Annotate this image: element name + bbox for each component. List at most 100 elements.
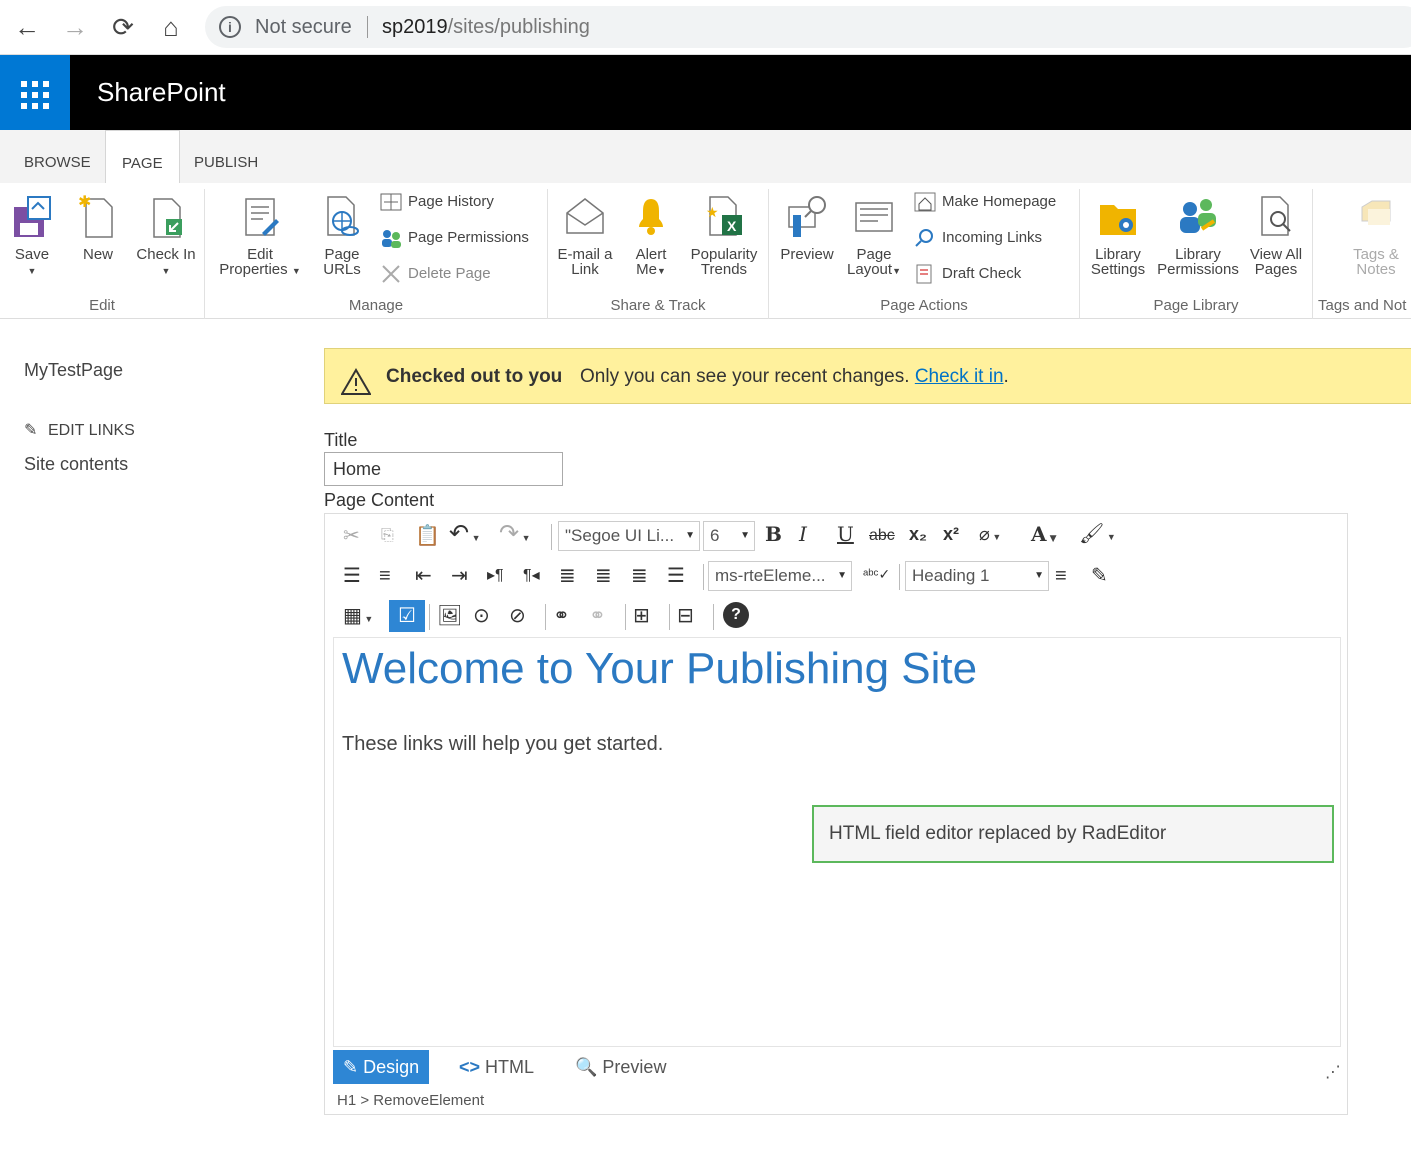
page-layout-button[interactable]: Page Layout▼	[842, 193, 906, 279]
flash-icon[interactable]: ⊘	[509, 602, 526, 630]
tab-page[interactable]: PAGE	[105, 130, 180, 184]
preview-mode-button[interactable]: 🔍 Preview	[565, 1050, 676, 1084]
title-input[interactable]	[324, 452, 563, 486]
template-icon[interactable]: ⊞	[633, 602, 650, 630]
make-homepage-button[interactable]: Make Homepage	[914, 189, 1056, 215]
justify-icon[interactable]: ☰	[667, 562, 685, 590]
element-breadcrumb[interactable]: H1 > RemoveElement	[337, 1092, 484, 1109]
page-urls-button[interactable]: Page URLs	[318, 193, 366, 277]
tab-browse[interactable]: BROWSE	[8, 130, 107, 183]
form-element-icon[interactable]: ☑	[389, 600, 425, 632]
font-size-select[interactable]: 6 ▼	[703, 521, 755, 551]
incoming-links-button[interactable]: Incoming Links	[914, 225, 1042, 251]
check-in-button[interactable]: Check In ▼	[133, 193, 199, 279]
format-stripper-icon[interactable]: ⌀ ▼	[979, 520, 1001, 548]
page-layout-label-2: Layout	[847, 261, 893, 278]
paragraph-format-icon[interactable]: ≡	[1055, 562, 1067, 590]
strikethrough-icon[interactable]: abc	[869, 522, 895, 550]
toolbar-separator	[703, 564, 704, 590]
page-history-button[interactable]: Page History	[380, 189, 494, 215]
undo-icon[interactable]: ↶ ▼	[449, 520, 481, 548]
underline-icon[interactable]: U	[837, 520, 854, 548]
table-icon[interactable]: ▦ ▼	[343, 602, 373, 630]
superscript-icon[interactable]: x²	[943, 520, 959, 548]
rtl-icon[interactable]: ¶◂	[523, 562, 540, 590]
page-history-icon	[380, 192, 402, 212]
remove-link-icon[interactable]: ⚭	[589, 602, 606, 630]
format-code-icon[interactable]: ✎	[1091, 562, 1108, 590]
italic-icon[interactable]: I	[799, 520, 807, 548]
outdent-icon[interactable]: ⇤	[415, 562, 432, 590]
numbered-list-icon[interactable]: ≡	[379, 562, 391, 590]
resize-grip-icon[interactable]: ⋰	[1325, 1062, 1341, 1082]
edit-links-button[interactable]: ✎ EDIT LINKS	[24, 420, 135, 440]
info-icon[interactable]: i	[219, 16, 241, 38]
css-class-select[interactable]: ms-rteEleme... ▼	[708, 561, 852, 591]
preview-mode-label: Preview	[602, 1057, 667, 1077]
content-heading: Welcome to Your Publishing Site	[342, 644, 978, 693]
html-mode-button[interactable]: <> HTML	[449, 1050, 544, 1084]
design-mode-button[interactable]: ✎ Design	[333, 1050, 430, 1084]
page-permissions-button[interactable]: Page Permissions	[380, 225, 529, 251]
paragraph-style-select[interactable]: Heading 1 ▼	[905, 561, 1049, 591]
brand-title[interactable]: SharePoint	[97, 55, 226, 130]
library-permissions-button[interactable]: Library Permissions	[1154, 193, 1242, 277]
copy-icon[interactable]: ⎘	[381, 522, 394, 550]
library-settings-button[interactable]: Library Settings	[1086, 193, 1150, 277]
incoming-links-label: Incoming Links	[942, 229, 1043, 246]
align-center-icon[interactable]: ≣	[595, 562, 612, 590]
preview-button[interactable]: Preview	[776, 193, 838, 262]
reload-icon[interactable]: ⟳	[108, 12, 138, 42]
cut-icon[interactable]: ✂	[343, 522, 360, 550]
home-icon[interactable]: ⌂	[156, 12, 186, 42]
ltr-icon[interactable]: ▸¶	[487, 562, 504, 590]
tags-notes-button[interactable]: Tags & Notes	[1346, 193, 1406, 277]
save-button[interactable]: Save ▼	[6, 193, 58, 279]
forward-icon[interactable]: →	[60, 12, 90, 42]
align-right-icon[interactable]: ≣	[631, 562, 648, 590]
new-label: New	[82, 246, 113, 263]
draft-check-button[interactable]: Draft Check	[914, 261, 1021, 287]
back-icon[interactable]: ←	[12, 12, 42, 42]
back-color-icon[interactable]: 🖌 ▼	[1079, 520, 1116, 548]
svg-text:X: X	[727, 218, 737, 234]
fore-color-icon[interactable]: A ▼	[1031, 520, 1057, 548]
spellcheck-icon[interactable]: ᵃᵇᶜ✓	[863, 560, 890, 588]
subscript-icon[interactable]: x₂	[909, 520, 927, 548]
indent-icon[interactable]: ⇥	[451, 562, 468, 590]
snippet-icon[interactable]: ⊟	[677, 602, 694, 630]
preview-icon	[785, 193, 829, 239]
align-left-icon[interactable]: ≣	[559, 562, 576, 590]
design-mode-label: Design	[363, 1057, 420, 1077]
image-icon[interactable]: 🖼	[437, 602, 462, 630]
editor-content-area[interactable]: Welcome to Your Publishing Site These li…	[333, 637, 1341, 1047]
check-it-in-link[interactable]: Check it in	[915, 366, 1004, 387]
redo-icon[interactable]: ↷ ▼	[499, 520, 531, 548]
font-name-select[interactable]: "Segoe UI Li... ▼	[558, 521, 700, 551]
page-layout-icon	[852, 193, 896, 239]
alert-me-button[interactable]: Alert Me▼	[628, 193, 674, 279]
bold-icon[interactable]: B	[765, 520, 782, 548]
alert-label-2: Me	[636, 261, 657, 278]
address-bar[interactable]: i Not secure sp2019/sites/publishing	[205, 6, 1411, 48]
status-message: Only you can see your recent changes. Ch…	[580, 349, 1009, 405]
popularity-trends-button[interactable]: X ★ Popularity Trends	[686, 193, 762, 277]
media-icon[interactable]: ⊙	[473, 602, 490, 630]
bell-icon	[629, 193, 673, 239]
hyperlink-icon[interactable]: ⚭	[553, 602, 570, 630]
new-button[interactable]: ✱ New	[74, 193, 122, 262]
help-icon[interactable]: ?	[723, 602, 749, 628]
nav-item-mytestpage[interactable]: MyTestPage	[24, 360, 123, 381]
nav-item-site-contents[interactable]: Site contents	[24, 454, 128, 475]
edit-properties-button[interactable]: Edit Properties ▼	[214, 193, 306, 279]
tab-publish[interactable]: PUBLISH	[178, 130, 274, 183]
browser-toolbar: ← → ⟳ ⌂ i Not secure sp2019/sites/publis…	[0, 0, 1411, 55]
svg-text:★: ★	[706, 204, 719, 220]
view-all-pages-button[interactable]: View All Pages	[1244, 193, 1308, 277]
delete-page-button[interactable]: Delete Page	[380, 261, 491, 287]
email-link-button[interactable]: E-mail a Link	[552, 193, 618, 277]
paste-icon[interactable]: 📋	[415, 522, 440, 550]
app-launcher-icon[interactable]	[0, 55, 70, 130]
bullet-list-icon[interactable]: ☰	[343, 562, 361, 590]
editor-mode-bar: ✎ Design <> HTML 🔍 Preview	[333, 1050, 1341, 1084]
